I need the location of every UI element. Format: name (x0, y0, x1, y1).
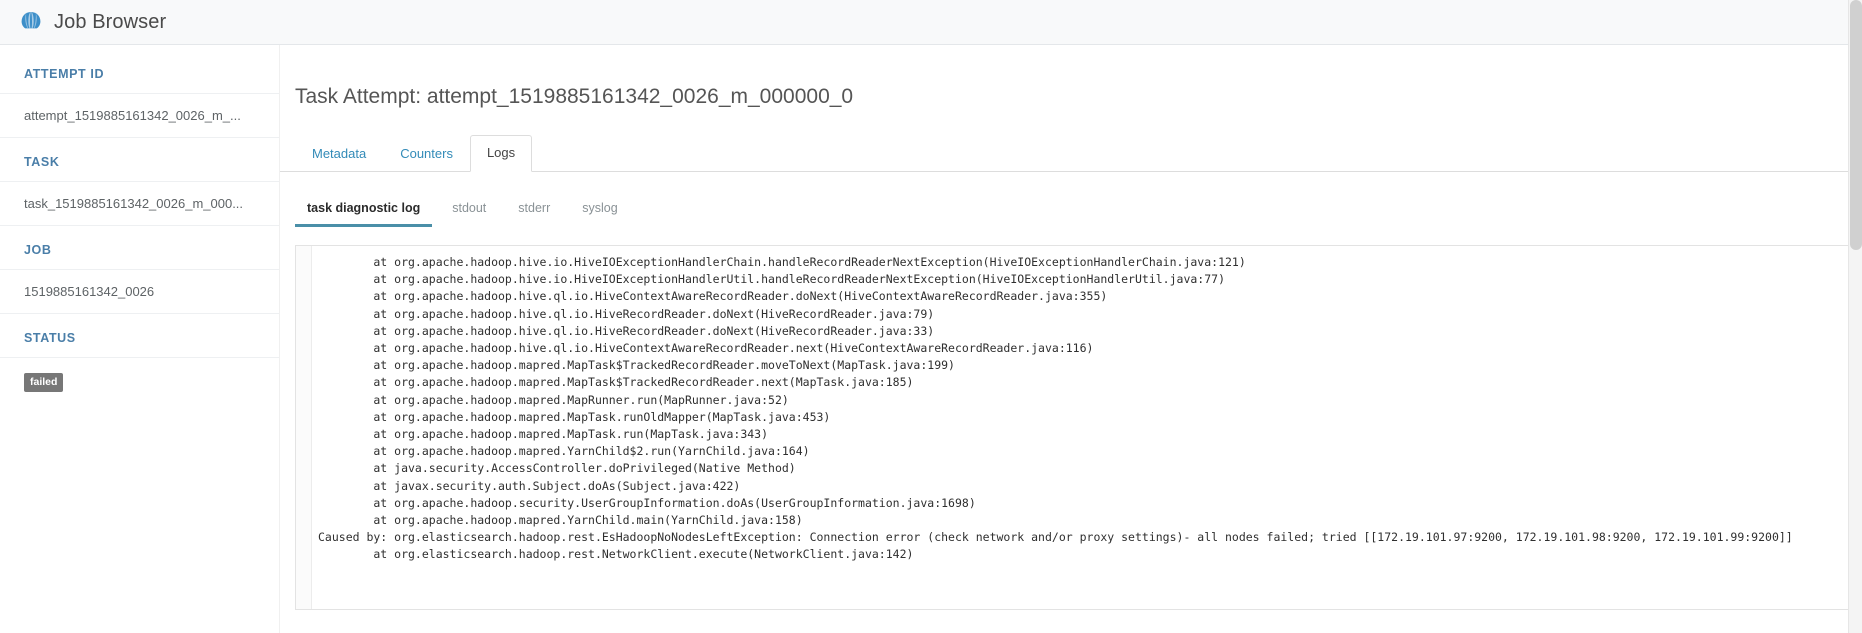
log-gutter (296, 245, 312, 609)
sidebar-section-job: JOB 1519885161342_0026 (0, 226, 279, 314)
log-panel: at org.apache.hadoop.hive.io.HiveIOExcep… (295, 244, 1862, 610)
page-scrollbar[interactable] (1848, 0, 1862, 633)
subtab-bar: task diagnostic log stdout stderr syslog (280, 172, 1862, 227)
tab-counters[interactable]: Counters (383, 136, 470, 172)
log-scroll-area[interactable]: at org.apache.hadoop.hive.io.HiveIOExcep… (312, 246, 1862, 609)
sidebar-label-status: STATUS (0, 314, 279, 358)
sidebar-value-job[interactable]: 1519885161342_0026 (0, 270, 279, 314)
log-output-text: at org.apache.hadoop.hive.io.HiveIOExcep… (318, 254, 1793, 562)
sidebar-label-job: JOB (0, 226, 279, 270)
hue-shell-logo-icon (18, 9, 44, 35)
sidebar-section-status: STATUS failed (0, 314, 279, 406)
status-badge: failed (24, 373, 64, 392)
sidebar-section-task: TASK task_1519885161342_0026_m_000... (0, 138, 279, 226)
page-scrollbar-thumb[interactable] (1850, 0, 1862, 250)
tab-bar: Metadata Counters Logs (280, 135, 1862, 172)
app-title: Job Browser (54, 10, 167, 33)
sidebar: ATTEMPT ID attempt_1519885161342_0026_m_… (0, 45, 280, 633)
app-header: Job Browser (0, 0, 1862, 45)
subtab-syslog[interactable]: syslog (570, 195, 629, 227)
sidebar-section-attempt-id: ATTEMPT ID attempt_1519885161342_0026_m_… (0, 67, 279, 138)
page-body: ATTEMPT ID attempt_1519885161342_0026_m_… (0, 45, 1862, 633)
tab-metadata[interactable]: Metadata (295, 136, 383, 172)
tab-logs[interactable]: Logs (469, 135, 533, 172)
sidebar-value-task[interactable]: task_1519885161342_0026_m_000... (0, 182, 279, 226)
page-title: Task Attempt: attempt_1519885161342_0026… (295, 85, 854, 108)
main-content: Task Attempt: attempt_1519885161342_0026… (280, 45, 1862, 633)
status-badge-cell: failed (0, 358, 279, 406)
sidebar-value-attempt-id[interactable]: attempt_1519885161342_0026_m_... (0, 94, 279, 138)
subtab-stdout[interactable]: stdout (440, 195, 498, 227)
sidebar-label-task: TASK (0, 138, 279, 182)
sidebar-label-attempt-id: ATTEMPT ID (0, 67, 279, 94)
subtab-task-diagnostic-log[interactable]: task diagnostic log (295, 195, 433, 227)
subtab-stderr[interactable]: stderr (506, 195, 562, 227)
